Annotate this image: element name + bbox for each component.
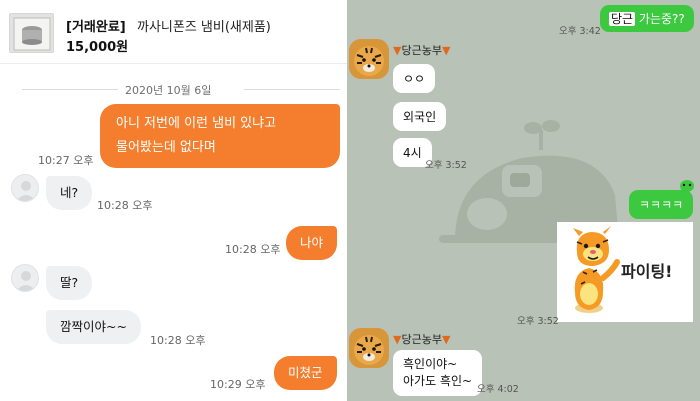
user-avatar[interactable] — [11, 174, 39, 202]
tigger-fighting-sticker[interactable]: 파이팅! — [557, 222, 693, 322]
person-icon — [16, 181, 36, 201]
product-title: 까사니폰즈 냄비(새제품) — [137, 20, 271, 35]
message-text: 흑인이야~ — [403, 357, 458, 371]
sticker-caption: 파이팅! — [621, 262, 673, 281]
message-bubble-mine[interactable]: 아니 저번에 이런 냄비 있냐고 물어봤는데 없다며 — [100, 104, 340, 168]
date-separator-label: 2020년 10월 6일 — [125, 84, 212, 97]
message-time: 오후 3:52 — [517, 316, 559, 327]
message-text: 물어봤는데 없다며 — [116, 140, 216, 155]
small-tiger-icon — [680, 180, 694, 192]
message-text: 아가도 흑인~ — [403, 374, 473, 388]
message-time: 10:28 오후 — [97, 199, 153, 212]
carrot-icon: ▼ — [441, 44, 451, 57]
message-bubble-theirs[interactable]: 딸? — [46, 266, 93, 300]
message-time: 10:28 오후 — [225, 243, 281, 256]
product-thumbnail — [9, 13, 54, 53]
person-icon — [16, 271, 36, 291]
message-time: 오후 3:52 — [425, 160, 467, 171]
product-price: 15,000원 — [66, 40, 129, 55]
message-bubble-mine[interactable]: ㅋㅋㅋㅋ — [629, 190, 694, 219]
message-bubble-theirs[interactable]: 깜짝이야~~ — [46, 310, 141, 344]
message-bubble-mine[interactable]: 나야 — [286, 226, 338, 260]
message-bubble-theirs[interactable]: 네? — [46, 176, 93, 210]
tiger-avatar[interactable] — [349, 39, 389, 79]
message-text: 아니 저번에 이런 냄비 있냐고 — [116, 116, 277, 131]
tiger-avatar[interactable] — [349, 328, 389, 368]
carrot-icon: ▼ — [441, 333, 451, 346]
message-highlight: 당근 — [609, 12, 636, 26]
message-time: 10:27 오후 — [38, 154, 94, 167]
message-bubble-mine[interactable]: 미쳤군 — [274, 356, 337, 390]
message-time: 오후 4:02 — [477, 384, 519, 395]
message-text: 가는중?? — [638, 12, 685, 26]
karrot-chat-panel: [거래완료] 까사니폰즈 냄비(새제품) 15,000원 2020년 10월 6… — [0, 0, 347, 401]
message-bubble-theirs[interactable]: ㅇㅇ — [393, 64, 436, 93]
trade-status-label: [거래완료] — [66, 20, 126, 35]
message-time: 10:29 오후 — [210, 378, 266, 391]
user-avatar[interactable] — [11, 264, 39, 292]
product-header[interactable]: [거래완료] 까사니폰즈 냄비(새제품) 15,000원 — [0, 0, 347, 64]
sender-name: ▼당근농부▼ — [393, 333, 451, 346]
tiger-icon — [349, 328, 389, 368]
message-bubble-theirs[interactable]: 외국인 — [393, 102, 447, 131]
tiger-icon — [349, 39, 389, 79]
sender-name: ▼당근농부▼ — [393, 44, 451, 57]
message-bubble-theirs[interactable]: 흑인이야~ 아가도 흑인~ — [393, 350, 483, 396]
message-bubble-mine[interactable]: 당근 가는중?? — [600, 5, 694, 32]
date-separator: 2020년 10월 6일 — [22, 82, 340, 97]
message-time: 오후 3:42 — [559, 26, 601, 37]
kakao-chat-panel: 당근 가는중?? 오후 3:42 ▼당근농부▼ ㅇㅇ 외국인 4시 오후 3:5… — [347, 0, 700, 401]
message-time: 10:28 오후 — [150, 334, 206, 347]
